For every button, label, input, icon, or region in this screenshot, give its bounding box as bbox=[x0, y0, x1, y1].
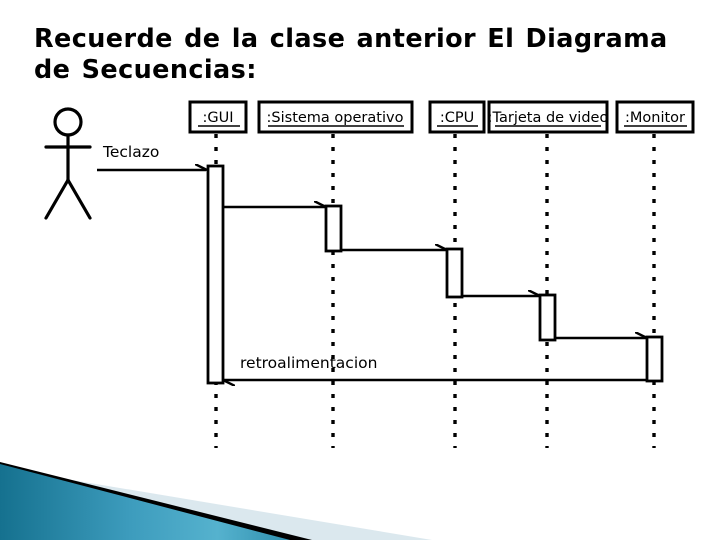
lifeline-label-sistema-operativo: :Sistema operativo bbox=[267, 110, 404, 126]
slide-canvas: Recuerde de la clase anterior El Diagram… bbox=[0, 0, 720, 540]
lifeline-label-cpu: :CPU bbox=[440, 110, 474, 126]
activation-monitor bbox=[645, 335, 664, 383]
banner-black-wedge bbox=[0, 462, 312, 540]
lifelines bbox=[214, 134, 656, 448]
activation-gui bbox=[206, 164, 225, 385]
activation-sistema-operativo bbox=[324, 204, 343, 253]
messages bbox=[97, 170, 655, 380]
lifeline-label-tarjeta-de-video: :Tarjeta de video bbox=[488, 110, 609, 126]
banner-teal-triangle bbox=[0, 464, 290, 540]
message-label-retroalimentacion: retroalimentacion bbox=[240, 354, 377, 372]
actor-stick-figure bbox=[44, 107, 92, 220]
lifeline-label-gui: :GUI bbox=[202, 110, 233, 126]
activation-cpu bbox=[445, 247, 464, 299]
activation-tarjeta-de-video bbox=[538, 293, 557, 342]
banner-pale-triangle bbox=[0, 468, 432, 540]
message-label-teclazo: Teclazo bbox=[102, 143, 159, 161]
page-title: Recuerde de la clase anterior El Diagram… bbox=[34, 24, 668, 86]
sequence-diagram: :GUI :Sistema operativo :CPU :Tarjeta de… bbox=[0, 96, 720, 460]
activation-bars bbox=[206, 164, 664, 385]
lifeline-label-monitor: :Monitor bbox=[625, 110, 685, 126]
